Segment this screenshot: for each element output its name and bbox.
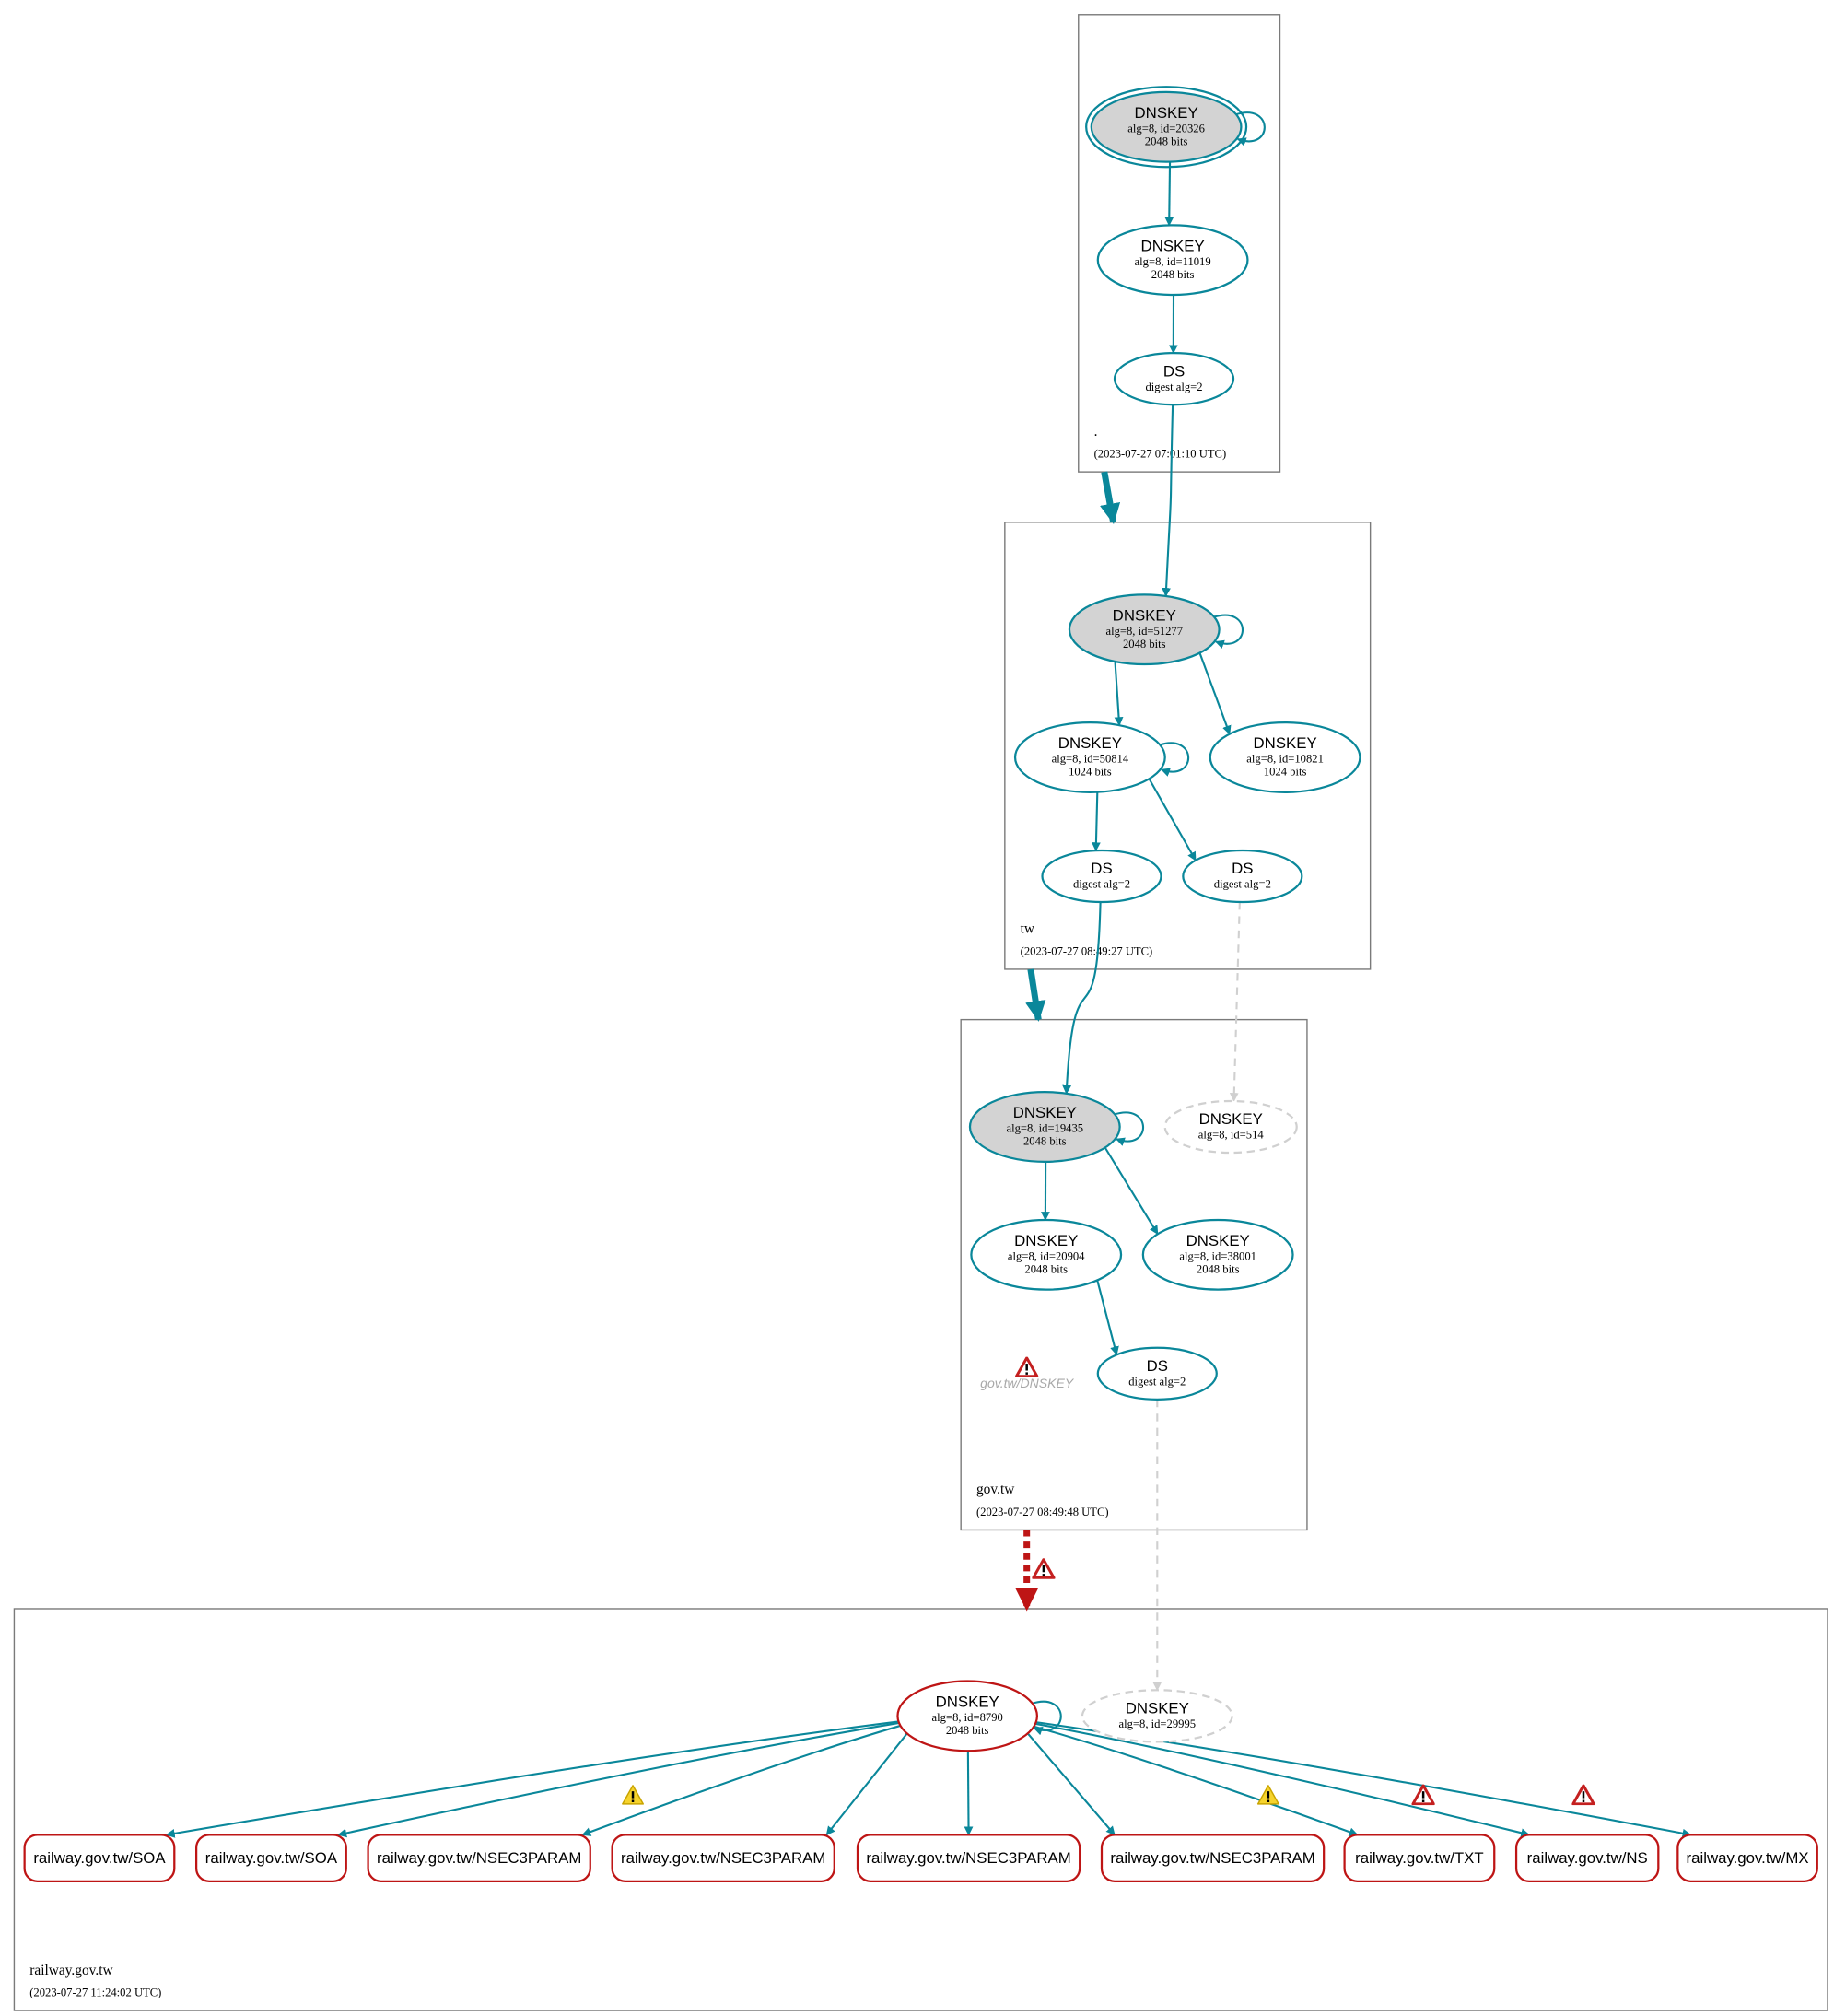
ds-node[interactable]: DSdigest alg=2	[1096, 1346, 1218, 1401]
node-key-size: 1024 bits	[1264, 766, 1307, 779]
node-detail: digest alg=2	[1214, 878, 1271, 891]
rrset-node[interactable]: railway.gov.tw/NSEC3PARAM	[367, 1834, 591, 1882]
node-type-label: DNSKEY	[1141, 237, 1205, 254]
rrset-label: railway.gov.tw/SOA	[205, 1849, 338, 1867]
dnskey-node[interactable]: DNSKEYalg=8, id=108211024 bits	[1209, 721, 1361, 793]
dnskey-node[interactable]: DNSKEYalg=8, id=203262048 bits	[1085, 86, 1248, 169]
node-detail: alg=8, id=11019	[1135, 255, 1211, 268]
rrset-node[interactable]: railway.gov.tw/NSEC3PARAM	[856, 1834, 1081, 1882]
node-detail: digest alg=2	[1073, 878, 1130, 891]
rrset-label: railway.gov.tw/NSEC3PARAM	[377, 1849, 581, 1867]
node-detail: alg=8, id=19435	[1007, 1122, 1084, 1135]
ds-node[interactable]: DSdigest alg=2	[1113, 352, 1235, 406]
node-key-size: 2048 bits	[946, 1724, 989, 1737]
node-type-label: DNSKEY	[1058, 734, 1122, 752]
dnskey-node[interactable]: DNSKEYalg=8, id=87902048 bits	[896, 1680, 1039, 1752]
ds-node[interactable]: DSdigest alg=2	[1182, 849, 1303, 904]
node-key-size: 1024 bits	[1069, 766, 1112, 779]
node-detail: alg=8, id=29995	[1119, 1717, 1197, 1730]
dnskey-node[interactable]: DNSKEYalg=8, id=110192048 bits	[1096, 224, 1249, 297]
node-key-size: 2048 bits	[1123, 638, 1166, 651]
node-key-size: 2048 bits	[1145, 135, 1188, 147]
zone-timestamp: (2023-07-27 07:01:10 UTC)	[1094, 448, 1227, 461]
ds-node[interactable]: DSdigest alg=2	[1041, 849, 1162, 904]
edges-layer	[165, 111, 1692, 1838]
node-type-label: DNSKEY	[936, 1694, 999, 1711]
node-key-size: 2048 bits	[1023, 1135, 1067, 1148]
zone-name: railway.gov.tw	[29, 1963, 113, 1978]
node-detail: alg=8, id=514	[1198, 1129, 1265, 1142]
zone-name: tw	[1021, 921, 1035, 937]
signature-edge	[1164, 161, 1174, 227]
dnskey-node[interactable]: DNSKEYalg=8, id=514	[1163, 1099, 1298, 1155]
rrset-node[interactable]: railway.gov.tw/NSEC3PARAM	[611, 1834, 835, 1882]
zone-name: .	[1094, 424, 1098, 440]
node-key-size: 2048 bits	[1197, 1262, 1240, 1275]
node-key-size: 2048 bits	[1024, 1262, 1068, 1275]
node-detail: digest alg=2	[1145, 381, 1202, 393]
rrset-node[interactable]: railway.gov.tw/MX	[1676, 1834, 1818, 1882]
node-type-label: DNSKEY	[1126, 1700, 1189, 1717]
node-type-label: DS	[1091, 860, 1112, 877]
zone-name: gov.tw	[976, 1482, 1015, 1497]
rrset-label: railway.gov.tw/MX	[1687, 1849, 1809, 1867]
zone-error-label: gov.tw/DNSKEY	[980, 1376, 1075, 1390]
dnssec-authentication-graph: . (2023-07-27 07:01:10 UTC) tw (2023-07-27 …	[13, 14, 1828, 2011]
delegation-edge	[1100, 471, 1121, 525]
rrset-node[interactable]: railway.gov.tw/TXT	[1343, 1834, 1496, 1882]
node-detail: alg=8, id=20904	[1008, 1249, 1085, 1262]
zone-timestamp: (2023-07-27 08:49:27 UTC)	[1021, 945, 1153, 958]
dnskey-node[interactable]: DNSKEYalg=8, id=194352048 bits	[968, 1091, 1121, 1163]
zone-timestamp: (2023-07-27 08:49:48 UTC)	[976, 1506, 1109, 1518]
node-type-label: DNSKEY	[1254, 734, 1317, 752]
rrset-label: railway.gov.tw/NSEC3PARAM	[621, 1849, 825, 1867]
delegation-edge	[1025, 968, 1046, 1022]
node-type-label: DNSKEY	[1199, 1110, 1263, 1128]
rrset-node[interactable]: railway.gov.tw/NSEC3PARAM	[1100, 1834, 1326, 1882]
rrset-label: railway.gov.tw/NS	[1527, 1849, 1648, 1867]
dnskey-node[interactable]: DNSKEYalg=8, id=508141024 bits	[1013, 721, 1166, 793]
signature-edge	[964, 1751, 974, 1836]
dnskey-node[interactable]: DNSKEYalg=8, id=380012048 bits	[1141, 1218, 1294, 1291]
rrset-label: railway.gov.tw/NSEC3PARAM	[1110, 1849, 1314, 1867]
rrset-label: railway.gov.tw/NSEC3PARAM	[866, 1849, 1070, 1867]
node-detail: alg=8, id=50814	[1052, 753, 1129, 766]
dnskey-node[interactable]: DNSKEYalg=8, id=512772048 bits	[1068, 593, 1221, 666]
node-type-label: DS	[1147, 1357, 1168, 1375]
node-key-size: 2048 bits	[1151, 268, 1195, 281]
rrset-node[interactable]: railway.gov.tw/SOA	[194, 1834, 347, 1882]
node-detail: digest alg=2	[1128, 1375, 1186, 1388]
zone-timestamp: (2023-07-27 11:24:02 UTC)	[29, 1987, 161, 1999]
rrset-label: railway.gov.tw/TXT	[1355, 1849, 1484, 1867]
node-detail: alg=8, id=51277	[1105, 625, 1183, 638]
node-detail: alg=8, id=8790	[932, 1711, 1003, 1724]
rrset-label: railway.gov.tw/SOA	[33, 1849, 166, 1867]
node-detail: alg=8, id=38001	[1179, 1249, 1256, 1262]
node-type-label: DNSKEY	[1135, 104, 1198, 122]
node-type-label: DNSKEY	[1113, 606, 1176, 624]
node-type-label: DNSKEY	[1186, 1232, 1250, 1249]
dnskey-node[interactable]: DNSKEYalg=8, id=209042048 bits	[970, 1218, 1123, 1291]
node-type-label: DNSKEY	[1014, 1232, 1078, 1249]
node-detail: alg=8, id=10821	[1246, 753, 1324, 766]
rrset-node[interactable]: railway.gov.tw/SOA	[23, 1834, 176, 1882]
rrset-node[interactable]: railway.gov.tw/NS	[1514, 1834, 1660, 1882]
node-type-label: DNSKEY	[1013, 1104, 1077, 1121]
node-detail: alg=8, id=20326	[1127, 122, 1205, 135]
node-type-label: DS	[1163, 362, 1185, 380]
node-type-label: DS	[1232, 860, 1253, 877]
error-icon[interactable]	[1032, 1558, 1056, 1579]
dnskey-node[interactable]: DNSKEYalg=8, id=29995	[1081, 1689, 1233, 1743]
